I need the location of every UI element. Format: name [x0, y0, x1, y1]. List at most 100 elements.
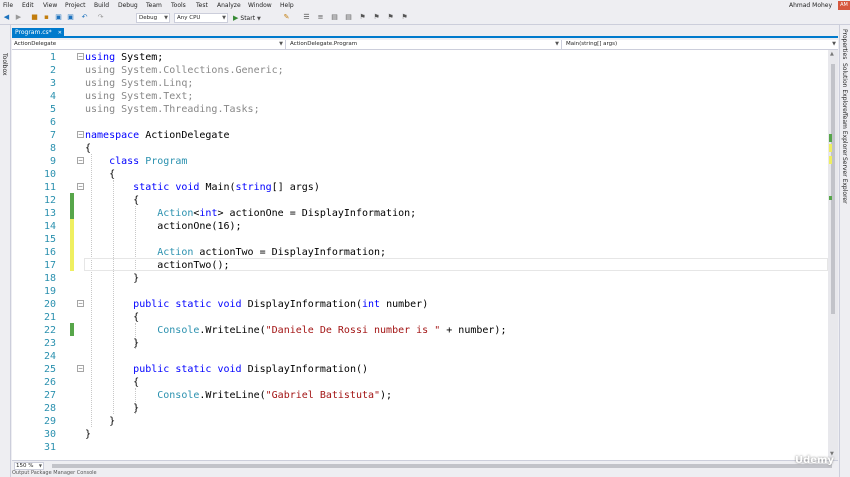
- back-icon[interactable]: ◀: [2, 13, 11, 22]
- scroll-up-icon[interactable]: ▲: [830, 51, 834, 57]
- code-text[interactable]: }: [85, 337, 139, 350]
- redo-icon[interactable]: ↷: [96, 13, 105, 22]
- code-line[interactable]: 24: [12, 350, 828, 363]
- code-line[interactable]: 26 {: [12, 376, 828, 389]
- zoom-select[interactable]: 150 % ▼: [14, 462, 44, 470]
- menu-tools[interactable]: Tools: [171, 2, 186, 9]
- step-icon[interactable]: ☰: [302, 13, 311, 22]
- save-all-icon[interactable]: ▣: [66, 13, 75, 22]
- code-line[interactable]: 27 Console.WriteLine("Gabriel Batistuta"…: [12, 389, 828, 402]
- code-text[interactable]: public static void DisplayInformation(): [85, 363, 368, 376]
- start-button[interactable]: ▶ Start ▼: [233, 13, 261, 23]
- code-text[interactable]: actionTwo();: [85, 259, 229, 272]
- prev-bookmark-icon[interactable]: ⚑: [372, 13, 381, 22]
- code-line[interactable]: 14 actionOne(16);: [12, 220, 828, 233]
- undo-icon[interactable]: ↶: [80, 13, 89, 22]
- menu-team[interactable]: Team: [146, 2, 162, 9]
- code-line[interactable]: 19: [12, 285, 828, 298]
- menu-test[interactable]: Test: [196, 2, 208, 9]
- bottom-panel-tabs[interactable]: Output Package Manager Console: [12, 470, 838, 477]
- code-text[interactable]: }: [85, 415, 115, 428]
- forward-icon[interactable]: ▶: [14, 13, 23, 22]
- save-icon[interactable]: ▣: [54, 13, 63, 22]
- code-line[interactable]: 16 Action actionTwo = DisplayInformation…: [12, 246, 828, 259]
- next-bookmark-icon[interactable]: ⚑: [386, 13, 395, 22]
- tab-program-cs[interactable]: Program.cs* ✕: [12, 28, 64, 38]
- code-editor[interactable]: − − − − − − 1 using System; 2 using System.…: [12, 50, 828, 460]
- code-line[interactable]: 29 }: [12, 415, 828, 428]
- comment-icon[interactable]: ▤: [330, 13, 339, 22]
- code-line[interactable]: 25 public static void DisplayInformation…: [12, 363, 828, 376]
- code-text[interactable]: namespace ActionDelegate: [85, 129, 230, 142]
- code-text[interactable]: using System;: [85, 51, 163, 64]
- code-line[interactable]: 31: [12, 441, 828, 454]
- code-line[interactable]: 11 static void Main(string[] args): [12, 181, 828, 194]
- code-line[interactable]: 22 Console.WriteLine("Daniele De Rossi n…: [12, 324, 828, 337]
- close-icon[interactable]: ✕: [58, 28, 62, 38]
- horizontal-scrollbar[interactable]: [52, 464, 832, 468]
- bottom-tabs-label[interactable]: Output Package Manager Console: [12, 470, 97, 476]
- attach-icon[interactable]: ✎: [282, 13, 291, 22]
- tab-team-explorer[interactable]: Team Explorer: [841, 113, 848, 156]
- menu-file[interactable]: File: [3, 2, 13, 9]
- open-folder-icon[interactable]: ▪: [42, 13, 51, 22]
- code-text[interactable]: {: [85, 168, 115, 181]
- code-text[interactable]: }: [85, 272, 139, 285]
- code-line[interactable]: 13 Action<int> actionOne = DisplayInform…: [12, 207, 828, 220]
- avatar[interactable]: AM: [838, 1, 850, 10]
- menu-window[interactable]: Window: [248, 2, 272, 9]
- menu-edit[interactable]: Edit: [22, 2, 34, 9]
- configuration-select[interactable]: Debug ▼: [136, 13, 170, 23]
- code-text[interactable]: Console.WriteLine("Daniele De Rossi numb…: [85, 324, 506, 337]
- code-text[interactable]: }: [85, 428, 91, 441]
- code-line[interactable]: 5 using System.Threading.Tasks;: [12, 103, 828, 116]
- code-line[interactable]: 17 actionTwo();: [12, 259, 828, 272]
- code-line[interactable]: 12 {: [12, 194, 828, 207]
- code-text[interactable]: actionOne(16);: [85, 220, 241, 233]
- menu-debug[interactable]: Debug: [118, 2, 138, 9]
- menu-project[interactable]: Project: [65, 2, 86, 9]
- code-line[interactable]: 10 {: [12, 168, 828, 181]
- code-text[interactable]: Action<int> actionOne = DisplayInformati…: [85, 207, 416, 220]
- tab-properties[interactable]: Properties: [841, 29, 848, 59]
- code-text[interactable]: Action actionTwo = DisplayInformation;: [85, 246, 386, 259]
- code-line[interactable]: 9 class Program: [12, 155, 828, 168]
- code-text[interactable]: using System.Linq;: [85, 77, 193, 90]
- code-line[interactable]: 18 }: [12, 272, 828, 285]
- menu-build[interactable]: Build: [94, 2, 109, 9]
- code-line[interactable]: 23 }: [12, 337, 828, 350]
- menu-analyze[interactable]: Analyze: [217, 2, 241, 9]
- project-dropdown[interactable]: ActionDelegate ▼: [12, 40, 286, 49]
- menu-view[interactable]: View: [43, 2, 57, 9]
- member-dropdown[interactable]: Main(string[] args) ▼: [564, 40, 838, 49]
- bookmark-icon[interactable]: ⚑: [358, 13, 367, 22]
- menu-help[interactable]: Help: [280, 2, 294, 9]
- new-project-icon[interactable]: ■: [30, 13, 39, 22]
- code-text[interactable]: {: [85, 194, 139, 207]
- code-line[interactable]: 3 using System.Linq;: [12, 77, 828, 90]
- format-icon[interactable]: ≡: [316, 13, 325, 22]
- code-line[interactable]: 20 public static void DisplayInformation…: [12, 298, 828, 311]
- platform-select[interactable]: Any CPU ▼: [174, 13, 228, 23]
- code-text[interactable]: }: [85, 402, 139, 415]
- code-line[interactable]: 2 using System.Collections.Generic;: [12, 64, 828, 77]
- code-text[interactable]: Console.WriteLine("Gabriel Batistuta");: [85, 389, 392, 402]
- code-text[interactable]: using System.Text;: [85, 90, 193, 103]
- code-text[interactable]: using System.Threading.Tasks;: [85, 103, 260, 116]
- type-dropdown[interactable]: ActionDelegate.Program ▼: [288, 40, 562, 49]
- code-text[interactable]: {: [85, 142, 91, 155]
- scrollbar-thumb[interactable]: [831, 64, 835, 314]
- user-name[interactable]: Ahmad Mohey: [789, 2, 832, 9]
- code-text[interactable]: {: [85, 376, 139, 389]
- tab-server-explorer[interactable]: Server Explorer: [841, 157, 848, 204]
- code-line[interactable]: 6: [12, 116, 828, 129]
- code-text[interactable]: {: [85, 311, 139, 324]
- vertical-scrollbar[interactable]: ▲ ▼: [828, 50, 838, 460]
- code-text[interactable]: public static void DisplayInformation(in…: [85, 298, 428, 311]
- code-line[interactable]: 28 }: [12, 402, 828, 415]
- clear-bookmarks-icon[interactable]: ⚑: [400, 13, 409, 22]
- code-line[interactable]: 30}: [12, 428, 828, 441]
- code-line[interactable]: 8{: [12, 142, 828, 155]
- code-text[interactable]: static void Main(string[] args): [85, 181, 320, 194]
- code-line[interactable]: 1 using System;: [12, 51, 828, 64]
